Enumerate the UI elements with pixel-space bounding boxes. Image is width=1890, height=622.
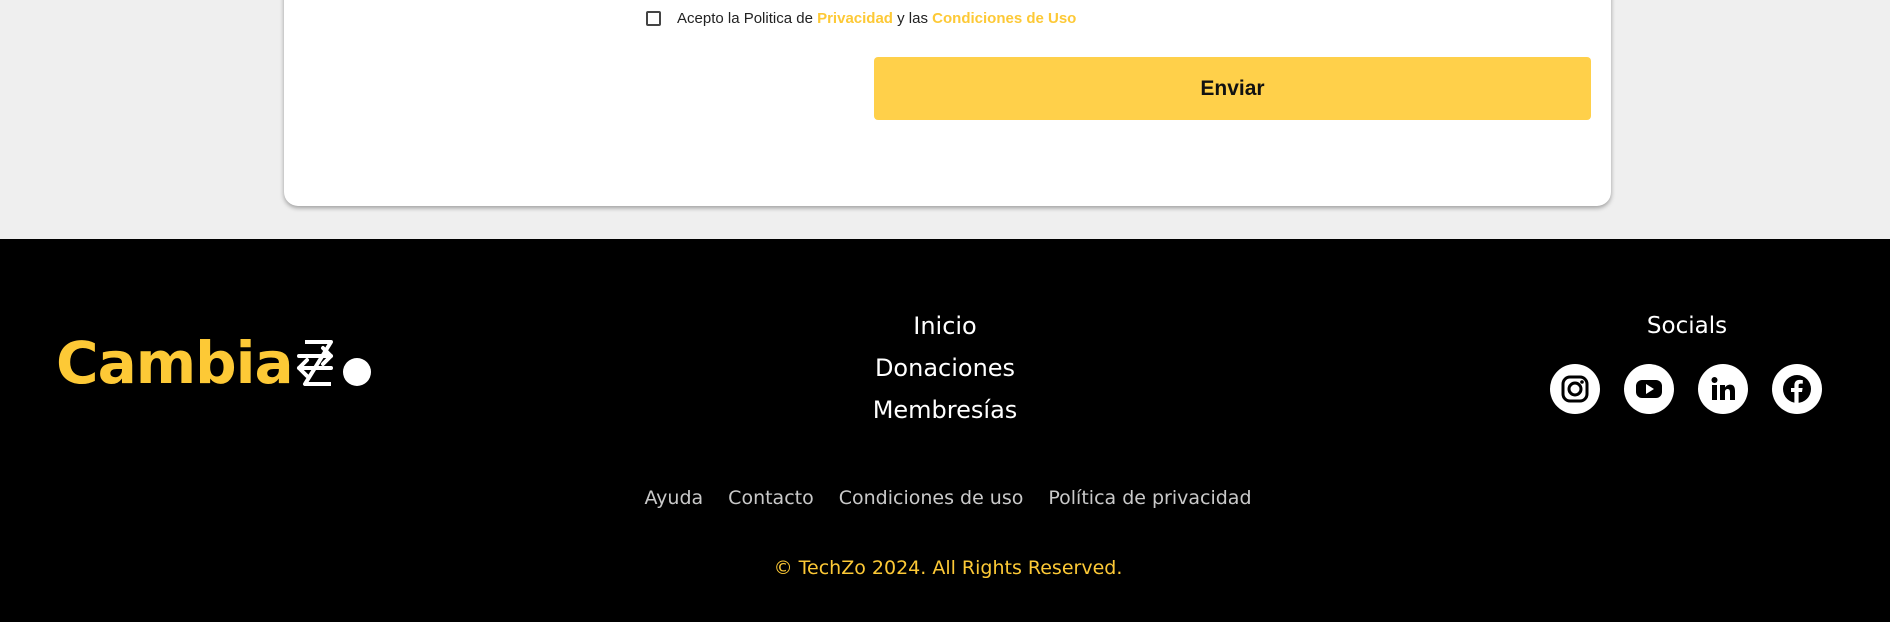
socials-title: Socials — [1646, 313, 1728, 339]
copyright-text: © TechZo 2024. All Rights Reserved. — [773, 557, 1123, 579]
link-politica-de-privacidad[interactable]: Política de privacidad — [1048, 487, 1251, 509]
footer-main-nav: Inicio Donaciones Membresías — [795, 305, 1095, 431]
footer-bottom-links: Ayuda Contacto Condiciones de uso Políti… — [0, 487, 1890, 509]
terms-link[interactable]: Condiciones de Uso — [932, 10, 1076, 27]
exchange-arrows-logo-icon — [296, 340, 371, 386]
social-icons — [1550, 364, 1822, 414]
site-footer: Cambia Inicio Donaciones Membresías Soci… — [0, 239, 1890, 622]
submit-button[interactable]: Enviar — [874, 57, 1591, 120]
logo[interactable]: Cambia — [56, 334, 377, 392]
nav-donaciones[interactable]: Donaciones — [875, 347, 1015, 389]
link-ayuda[interactable]: Ayuda — [644, 487, 703, 509]
link-contacto[interactable]: Contacto — [728, 487, 814, 509]
youtube-icon[interactable] — [1624, 364, 1674, 414]
consent-middle: y las — [897, 10, 928, 27]
nav-inicio[interactable]: Inicio — [913, 305, 977, 347]
consent-row: Acepto la Politica de Privacidad y las C… — [646, 10, 1076, 27]
link-condiciones-de-uso[interactable]: Condiciones de uso — [839, 487, 1024, 509]
consent-text: Acepto la Politica de Privacidad y las C… — [677, 10, 1076, 27]
logo-text: Cambia — [56, 329, 294, 397]
linkedin-icon[interactable] — [1698, 364, 1748, 414]
facebook-icon[interactable] — [1772, 364, 1822, 414]
privacy-link[interactable]: Privacidad — [817, 10, 893, 27]
consent-prefix: Acepto la Politica de — [677, 10, 813, 27]
consent-checkbox[interactable] — [646, 11, 661, 26]
form-card: Acepto la Politica de Privacidad y las C… — [284, 0, 1611, 206]
nav-membresias[interactable]: Membresías — [873, 389, 1018, 431]
instagram-icon[interactable] — [1550, 364, 1600, 414]
